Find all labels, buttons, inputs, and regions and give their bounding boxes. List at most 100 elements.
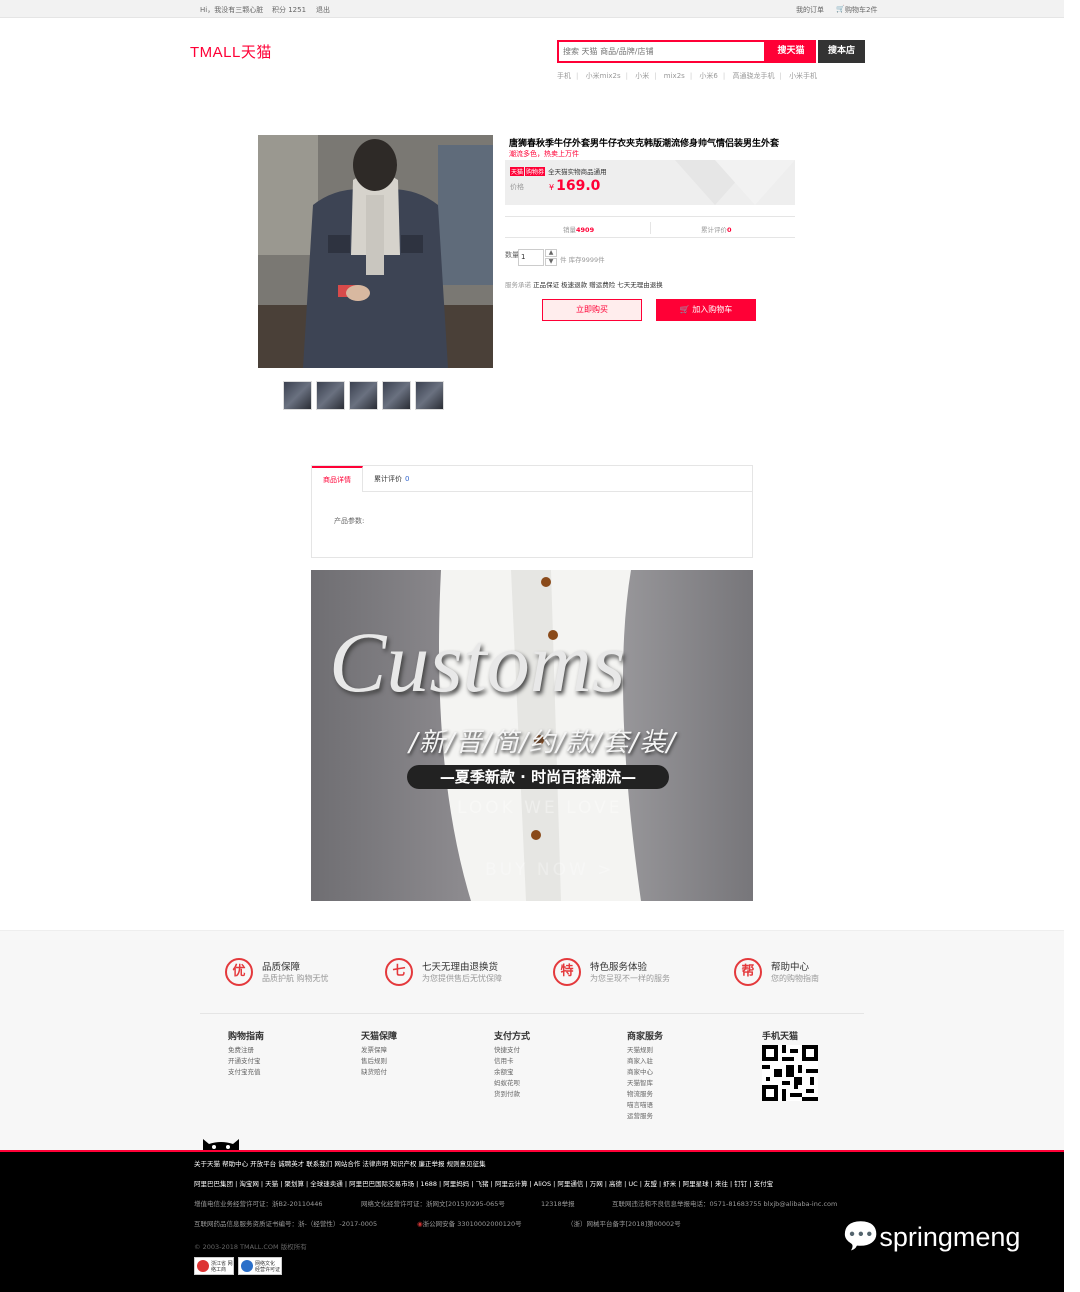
logout-link[interactable]: 退出 (316, 5, 330, 15)
add-to-cart-button[interactable]: 🛒 加入购物车 (656, 299, 756, 321)
price-panel: 天猫 购物券 全天猫实物商品通用 价格 ¥169.0 (505, 160, 795, 205)
footer-group-links[interactable]: 阿里巴巴集团 | 淘宝网 | 天猫 | 聚划算 | 全球速卖通 | 阿里巴巴国际… (194, 1178, 773, 1188)
thumbnail[interactable] (415, 381, 444, 410)
footer-link[interactable]: 蚂蚁花呗 (494, 1078, 530, 1089)
cart-icon[interactable]: 🛒 (836, 5, 845, 13)
search-shop-button[interactable]: 搜本店 (818, 40, 865, 63)
service-promise: 服务承诺 正品保证 极速退款 赠运费险 七天无理由退换 (505, 281, 663, 289)
emblem-icon (197, 1260, 209, 1272)
license-text: （浙）网械平台备字[2018]第00002号 (567, 1220, 681, 1228)
params-label: 产品参数: (334, 517, 365, 525)
banner-subtitle: /新/晋/简/约/款/套/装/ (409, 728, 677, 758)
hotword-link[interactable]: 小米6 (699, 72, 717, 80)
quality-icon: 优 (225, 958, 253, 986)
footer-column-mobile: 手机天猫 (762, 1032, 799, 1042)
license-text[interactable]: 12318举报 (541, 1198, 575, 1208)
tab-product-detail[interactable]: 商品详情 (312, 466, 363, 492)
review-count[interactable]: 累计评价0 (701, 224, 732, 234)
footer-link[interactable]: 售后规则 (361, 1056, 397, 1067)
hotword-link[interactable]: 小米手机 (789, 72, 817, 80)
hotword-link[interactable]: 手机 (557, 72, 571, 80)
footer-link[interactable]: 运营服务 (627, 1111, 663, 1122)
buy-now-button[interactable]: 立即购买 (542, 299, 642, 321)
footer-link[interactable]: 免费注册 (228, 1045, 264, 1056)
help-icon: 帮 (734, 958, 762, 986)
quantity-input[interactable]: 1 (518, 249, 544, 266)
footer-link[interactable]: 开通支付宝 (228, 1056, 264, 1067)
product-banner-image: Customs /新/晋/简/约/款/套/装/ —夏季新款 · 时尚百搭潮流— … (311, 570, 753, 901)
footer-link[interactable]: 支付宝充值 (228, 1067, 264, 1078)
product-subtitle: 潮流多色，热卖上万件 (509, 150, 579, 158)
culture-license-badge[interactable]: 网络文化 经营许可证 (238, 1257, 282, 1275)
culture-icon (241, 1260, 253, 1272)
my-orders-link[interactable]: 我的订单 (796, 5, 824, 15)
seven-day-icon: 七 (385, 958, 413, 986)
footer-link[interactable]: 信用卡 (494, 1056, 530, 1067)
quantity-label: 数量 (505, 251, 519, 259)
footer-link[interactable]: 商家中心 (627, 1067, 663, 1078)
coupon-tag: 购物券 (525, 167, 546, 176)
footer-link[interactable]: 快捷支付 (494, 1045, 530, 1056)
search-tmall-button[interactable]: 搜天猫 (766, 40, 816, 63)
license-text: 增值电信业务经营许可证：浙B2-20110446 (194, 1200, 323, 1208)
cart-link[interactable]: 购物车2件 (845, 5, 877, 15)
police-record[interactable]: ◉浙公网安备 33010002000120号 (417, 1218, 522, 1228)
tmall-tag: 天猫 (510, 167, 525, 176)
sales-count: 销量4909 (563, 226, 595, 234)
license-text: 互联网药品信息服务资质证书编号：浙-（经营性）-2017-0005 (194, 1220, 378, 1228)
footer-links[interactable]: 关于天猫 帮助中心 开放平台 诚聘英才 联系我们 网站合作 法律声明 知识产权 … (194, 1158, 486, 1168)
footer-link[interactable]: 货到付款 (494, 1089, 530, 1100)
points-link[interactable]: 积分 1251 (272, 5, 306, 15)
qr-code-icon (762, 1045, 818, 1101)
thumbnail[interactable] (283, 381, 312, 410)
business-license-badge[interactable]: 浙江省 网络工商 (194, 1257, 234, 1275)
footer-link[interactable]: 天猫规则 (627, 1045, 663, 1056)
footer-column-guarantee: 天猫保障 发票保障 售后规则 缺货赔付 (361, 1032, 398, 1078)
search-input[interactable] (559, 42, 764, 61)
footer-link[interactable]: 物流服务 (627, 1089, 663, 1100)
stock-text: 件 库存9999件 (560, 256, 605, 264)
footer-link[interactable]: 商家入驻 (627, 1056, 663, 1067)
decorative-pattern (675, 160, 795, 205)
product-main-image[interactable] (258, 135, 493, 368)
footer-link[interactable]: 天猫智库 (627, 1078, 663, 1089)
thumbnail[interactable] (316, 381, 345, 410)
banner-faded-text: LOOK WE LOVE (457, 798, 623, 818)
greeting-link[interactable]: Hi，我没有三颗心脏 (200, 5, 263, 15)
hotword-link[interactable]: 高通骁龙手机 (732, 72, 774, 80)
footer-column-merchant: 商家服务 天猫规则 商家入驻 商家中心 天猫智库 物流服务 喵言喵语 运营服务 (627, 1032, 664, 1122)
product-title: 唐狮春秋季牛仔外套男牛仔衣夹克韩版潮流修身帅气情侣装男生外套 (509, 139, 780, 149)
jacket-photo (258, 135, 493, 368)
hotword-link[interactable]: mix2s (664, 72, 685, 80)
tab-reviews[interactable]: 累计评价 0 (374, 466, 409, 492)
footer-link[interactable]: 余额宝 (494, 1067, 530, 1078)
price-label: 价格 (510, 183, 524, 191)
wechat-icon: 💬 (842, 1220, 880, 1253)
tmall-logo[interactable]: TMALL天猫 (190, 41, 272, 62)
special-icon: 特 (553, 958, 581, 986)
promo-text: 全天猫实物商品通用 (548, 168, 607, 176)
hot-search-words: 手机 | 小米mix2s | 小米 | mix2s | 小米6 | 高通骁龙手机 | 小米手… (557, 72, 818, 80)
license-text: 网络文化经营许可证：浙网文[2015]0295-065号 (361, 1200, 505, 1208)
footer-column-payment: 支付方式 快捷支付 信用卡 余额宝 蚂蚁花呗 货到付款 (494, 1032, 531, 1100)
quantity-decrease-button[interactable]: ▼ (545, 258, 557, 266)
hotword-link[interactable]: 小米mix2s (586, 72, 621, 80)
top-bar: Hi，我没有三颗心脏 积分 1251 退出 我的订单 🛒 购物车2件 (0, 0, 1064, 18)
banner-faded-text: BUY NOW > (485, 860, 615, 880)
hotword-link[interactable]: 小米 (635, 72, 649, 80)
footer-link[interactable]: 喵言喵语 (627, 1100, 663, 1111)
tab-header: 商品详情 累计评价 0 (312, 466, 752, 492)
promo-line: 天猫 购物券 全天猫实物商品通用 (510, 166, 607, 176)
footer-link[interactable]: 缺货赔付 (361, 1067, 397, 1078)
thumbnail[interactable] (349, 381, 378, 410)
quantity-increase-button[interactable]: ▲ (545, 249, 557, 257)
search-box (557, 40, 766, 63)
footer-link[interactable]: 发票保障 (361, 1045, 397, 1056)
thumbnail[interactable] (382, 381, 411, 410)
footer-service: 优 品质保障 品质护航 购物无忧 七 七天无理由退换货 为您提供售后无忧保障 特… (0, 930, 1064, 1150)
banner-slogan: —夏季新款 · 时尚百搭潮流— (407, 765, 669, 789)
watermark: 💬springmeng (842, 1220, 1021, 1253)
cart-icon: 🛒 (679, 305, 693, 314)
stats-bar: 销量4909 累计评价0 (505, 216, 795, 238)
license-text: 互联网违法和不良信息举报电话：0571-81683755 blxjb@aliba… (612, 1200, 838, 1208)
